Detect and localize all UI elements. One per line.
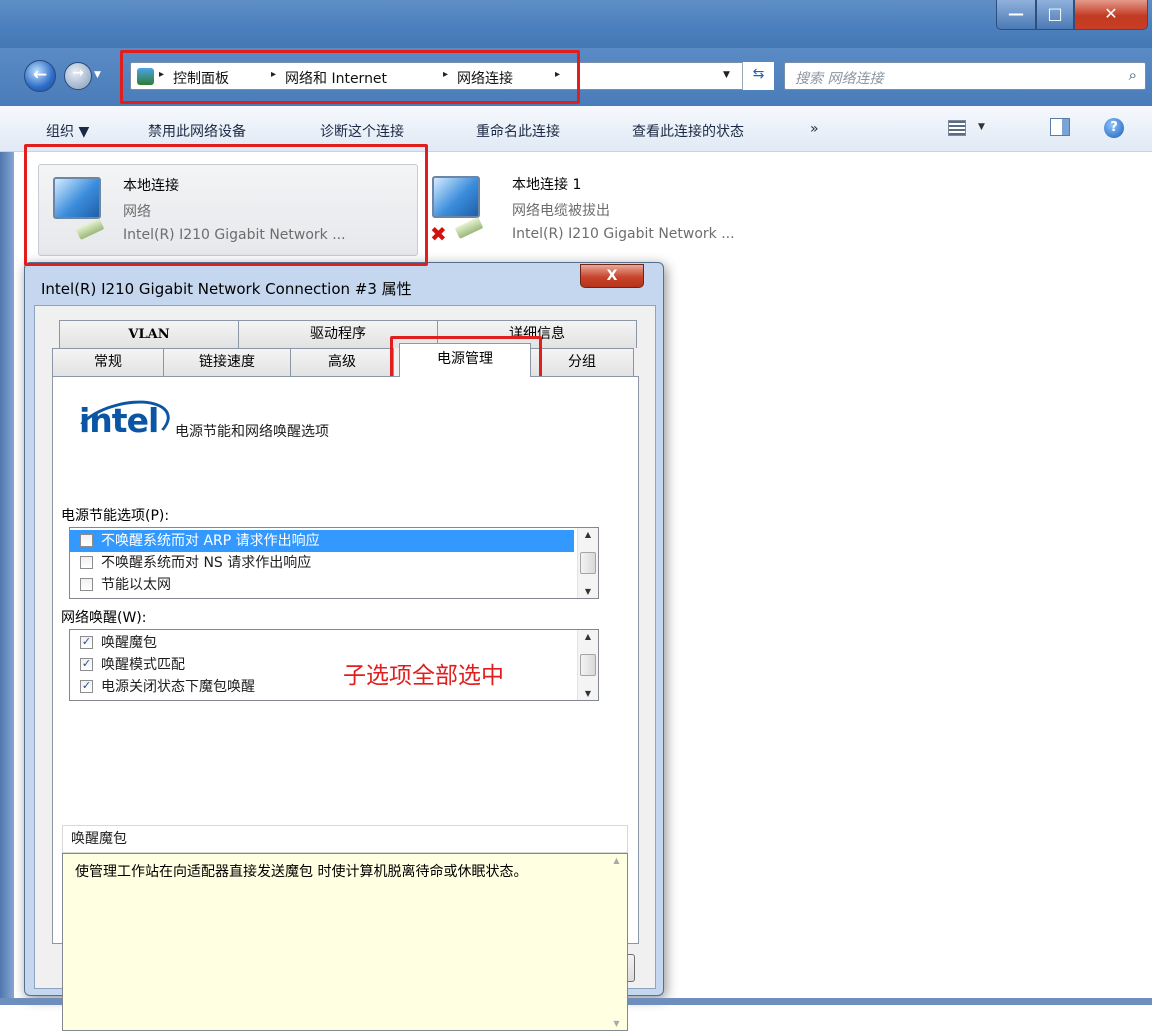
scrollbar[interactable]: ▲ ▼ — [577, 528, 598, 598]
tab-vlan[interactable]: VLAN — [59, 320, 239, 348]
checkbox-checked[interactable]: ✓ — [80, 680, 93, 693]
wake-on-lan-list[interactable]: ✓ 唤醒魔包 ✓ 唤醒模式匹配 ✓ 电源关闭状态下魔包唤醒 ▲ ▼ — [69, 629, 599, 701]
network-plug-icon — [454, 217, 484, 239]
list-item[interactable]: 不唤醒系统而对 ARP 请求作出响应 — [70, 530, 574, 552]
connection-name: 本地连接 1 — [512, 177, 582, 193]
back-button[interactable]: ← — [24, 60, 56, 92]
diagnose-button[interactable]: 诊断这个连接 — [320, 121, 404, 141]
address-history-dropdown[interactable]: ▼ — [723, 70, 730, 80]
annotation-box-local-connection — [24, 144, 428, 266]
tab-label: 链接速度 — [199, 354, 255, 370]
tab-label: 电源管理 — [437, 351, 493, 367]
scroll-up-icon[interactable]: ▲ — [578, 530, 598, 539]
close-icon: ✕ — [1104, 4, 1118, 23]
scrollbar[interactable]: ▲ ▼ — [606, 854, 627, 1030]
forward-button[interactable]: → — [64, 62, 92, 90]
connection-tile-local-1[interactable]: 本地连接 1 网络电缆被拔出 Intel(R) I210 Gigabit Net… — [430, 164, 850, 256]
scrollbar[interactable]: ▲ ▼ — [577, 630, 598, 700]
intel-logo: intel — [79, 401, 159, 440]
panel-caption: 电源节能和网络唤醒选项 — [175, 424, 329, 440]
power-options-list[interactable]: 不唤醒系统而对 ARP 请求作出响应 不唤醒系统而对 NS 请求作出响应 节能以… — [69, 527, 599, 599]
scroll-down-icon[interactable]: ▼ — [606, 1019, 627, 1028]
maximize-button[interactable]: □ — [1036, 0, 1074, 30]
dialog-client-area: VLAN 驱动程序 详细信息 常规 链接速度 高级 电源管理 分组 intel … — [34, 305, 656, 1031]
tab-label: 高级 — [328, 354, 356, 370]
scroll-down-icon[interactable]: ▼ — [578, 587, 598, 596]
scroll-thumb[interactable] — [580, 654, 596, 676]
annotation-box-address — [120, 50, 580, 104]
dialog-close-button[interactable]: X — [580, 264, 644, 288]
organize-menu[interactable]: 组织 ▼ — [46, 121, 89, 141]
change-view-icon[interactable] — [948, 120, 966, 136]
checkbox[interactable] — [80, 534, 93, 547]
power-options-label: 电源节能选项(P): — [61, 508, 170, 524]
option-label: 唤醒魔包 — [101, 635, 157, 651]
annotation-text: 子选项全部选中 — [343, 663, 504, 689]
back-arrow-icon: ← — [32, 65, 48, 85]
checkbox-checked[interactable]: ✓ — [80, 658, 93, 671]
connection-device: Intel(R) I210 Gigabit Network ... — [512, 226, 735, 242]
scroll-up-icon[interactable]: ▲ — [606, 856, 627, 865]
checkbox-checked[interactable]: ✓ — [80, 636, 93, 649]
description-text: 使管理工作站在向适配器直接发送魔包 时使计算机脱离待命或休眠状态。 — [75, 864, 528, 880]
power-management-panel: intel 电源节能和网络唤醒选项 电源节能选项(P): 不唤醒系统而对 ARP… — [52, 376, 639, 1031]
option-label: 唤醒模式匹配 — [101, 657, 185, 673]
close-icon: X — [606, 268, 618, 284]
disconnected-x-icon: ✖ — [430, 222, 447, 246]
scroll-up-icon[interactable]: ▲ — [578, 632, 598, 641]
refresh-button[interactable]: ⇆ — [742, 62, 774, 90]
tab-advanced[interactable]: 高级 — [290, 348, 394, 376]
wake-on-lan-label: 网络唤醒(W): — [61, 610, 147, 626]
tab-label: 驱动程序 — [310, 326, 366, 342]
search-icon[interactable]: ⌕ — [1129, 66, 1137, 84]
help-icon[interactable]: ? — [1104, 118, 1124, 138]
connection-status: 网络电缆被拔出 — [512, 203, 610, 219]
list-item[interactable]: 不唤醒系统而对 NS 请求作出响应 — [70, 552, 574, 574]
tab-link-speed[interactable]: 链接速度 — [163, 348, 291, 376]
view-status-button[interactable]: 查看此连接的状态 — [632, 121, 744, 141]
list-item[interactable]: ✓ 唤醒魔包 — [70, 632, 574, 654]
option-label: 节能以太网 — [101, 577, 171, 593]
recent-pages-dropdown[interactable]: ▼ — [94, 70, 101, 80]
description-box: 使管理工作站在向适配器直接发送魔包 时使计算机脱离待命或休眠状态。 ▲ ▼ — [62, 853, 628, 1031]
forward-arrow-icon: → — [72, 65, 84, 81]
description-title: 唤醒魔包 — [62, 825, 628, 853]
scroll-down-icon[interactable]: ▼ — [578, 689, 598, 698]
scroll-thumb[interactable] — [580, 552, 596, 574]
rename-button[interactable]: 重命名此连接 — [476, 121, 560, 141]
option-label: 电源关闭状态下魔包唤醒 — [101, 679, 255, 695]
tab-label: VLAN — [128, 327, 170, 342]
preview-pane-icon[interactable] — [1050, 118, 1070, 136]
refresh-icon: ⇆ — [752, 66, 765, 82]
more-commands-button[interactable]: » — [810, 121, 819, 137]
checkbox[interactable] — [80, 556, 93, 569]
search-placeholder: 搜索 网络连接 — [795, 71, 884, 87]
tab-general[interactable]: 常规 — [52, 348, 164, 376]
tab-power-management[interactable]: 电源管理 — [399, 343, 531, 377]
disable-device-button[interactable]: 禁用此网络设备 — [148, 121, 246, 141]
dialog-title: Intel(R) I210 Gigabit Network Connection… — [41, 280, 412, 298]
list-item[interactable]: 节能以太网 — [70, 574, 574, 596]
properties-dialog: Intel(R) I210 Gigabit Network Connection… — [24, 262, 664, 1031]
maximize-icon: □ — [1047, 4, 1063, 23]
option-label: 不唤醒系统而对 ARP 请求作出响应 — [101, 533, 320, 549]
tab-teaming[interactable]: 分组 — [530, 348, 634, 376]
search-input[interactable]: 搜索 网络连接 ⌕ — [784, 62, 1146, 90]
window-titlebar[interactable] — [0, 0, 1152, 48]
minimize-icon: — — [1008, 4, 1024, 23]
tab-label: 常规 — [94, 354, 122, 370]
view-options-dropdown[interactable]: ▼ — [978, 122, 985, 132]
left-window-edge — [0, 152, 14, 1005]
minimize-button[interactable]: — — [996, 0, 1036, 30]
network-adapter-icon — [432, 176, 480, 218]
option-label: 不唤醒系统而对 NS 请求作出响应 — [101, 555, 312, 571]
tab-label: 分组 — [568, 354, 596, 370]
checkbox[interactable] — [80, 578, 93, 591]
close-button[interactable]: ✕ — [1074, 0, 1148, 30]
